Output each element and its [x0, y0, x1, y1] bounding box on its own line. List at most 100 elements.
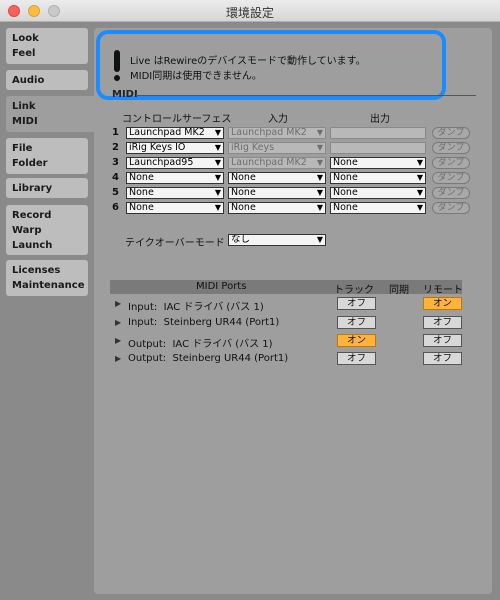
dropdown-arrow-icon: ▼ [316, 128, 323, 137]
output-select[interactable]: None ▼ [330, 157, 426, 169]
midi-ports-header [110, 280, 462, 294]
select-value: Launchpad MK2 [129, 127, 205, 138]
track-toggle-button[interactable]: オフ [337, 297, 376, 310]
track-toggle-button[interactable]: オン [337, 334, 376, 347]
tab-label-line: Record [12, 210, 52, 221]
tab-record-warp-launch[interactable]: Record Warp Launch [6, 205, 88, 255]
port-name: IAC ドライバ (バス 1) [172, 339, 273, 350]
dump-button[interactable]: ダンプ [432, 202, 470, 214]
tab-label-line: Maintenance [12, 280, 85, 291]
select-value: None [231, 202, 256, 213]
control-surface-select[interactable]: iRig Keys IO ▼ [126, 142, 224, 154]
column-header-control-surface: コントロールサーフェス [122, 114, 232, 125]
surface-row-number: 4 [112, 172, 119, 183]
tab-library[interactable]: Library [6, 178, 88, 198]
tab-label-line: File [12, 143, 33, 154]
dropdown-arrow-icon: ▼ [416, 188, 423, 197]
input-select: iRig Keys ▼ [228, 142, 326, 154]
select-value: None [333, 202, 358, 213]
output-select[interactable]: None ▼ [330, 187, 426, 199]
input-select: Launchpad MK2 ▼ [228, 157, 326, 169]
dump-button[interactable]: ダンプ [432, 127, 470, 139]
tab-label-line: Library [12, 183, 53, 194]
dropdown-arrow-icon: ▼ [214, 203, 221, 212]
select-value: None [129, 202, 154, 213]
dropdown-arrow-icon: ▼ [214, 173, 221, 182]
dump-button[interactable]: ダンプ [432, 172, 470, 184]
port-direction: Input: [128, 302, 158, 313]
surface-row-number: 6 [112, 202, 119, 213]
column-header-input: 入力 [268, 114, 288, 125]
remote-toggle-button[interactable]: オン [423, 297, 462, 310]
select-value: Launchpad MK2 [231, 127, 307, 138]
port-name: Steinberg UR44 (Port1) [163, 317, 280, 328]
preferences-sidebar: Look Feel Audio Link MIDI File Folder Li… [0, 22, 101, 600]
select-value: None [129, 187, 154, 198]
dump-button[interactable]: ダンプ [432, 142, 470, 154]
preferences-window: 環境設定 Look Feel Audio Link MIDI File Fold… [0, 0, 500, 600]
window-title: 環境設定 [225, 6, 274, 20]
output-select-disabled [330, 142, 426, 154]
dropdown-arrow-icon: ▼ [316, 173, 323, 182]
track-toggle-button[interactable]: オフ [337, 352, 376, 365]
select-value: Launchpad MK2 [231, 157, 307, 168]
tab-link-midi[interactable]: Link MIDI [6, 96, 101, 132]
tab-file-folder[interactable]: File Folder [6, 138, 88, 174]
input-select[interactable]: None ▼ [228, 202, 326, 214]
port-name: Steinberg UR44 (Port1) [172, 353, 289, 364]
warning-icon-dot [114, 75, 120, 81]
select-value: iRig Keys IO [129, 142, 186, 153]
select-value: None [231, 172, 256, 183]
title-bar[interactable]: 環境設定 [0, 0, 500, 22]
select-value: None [129, 172, 154, 183]
midi-port-label: Input: IAC ドライバ (バス 1) [128, 298, 264, 313]
input-select[interactable]: None ▼ [228, 187, 326, 199]
tab-label-line: Licenses [12, 265, 61, 276]
takeover-mode-select[interactable]: なし ▼ [228, 234, 326, 246]
midi-port-label: Output: IAC ドライバ (バス 1) [128, 335, 273, 350]
remote-toggle-button[interactable]: オフ [423, 334, 462, 347]
port-direction: Output: [128, 353, 167, 364]
track-toggle-button[interactable]: オフ [337, 316, 376, 329]
tab-label-line: Link [12, 101, 36, 112]
remote-toggle-button[interactable]: オフ [423, 352, 462, 365]
dropdown-arrow-icon: ▼ [316, 203, 323, 212]
input-select[interactable]: None ▼ [228, 172, 326, 184]
tab-label-line: Look [12, 33, 39, 44]
tab-label-line: MIDI [12, 116, 38, 127]
input-select: Launchpad MK2 ▼ [228, 127, 326, 139]
surface-row-number: 2 [112, 142, 119, 153]
expand-triangle-icon[interactable]: ▶ [115, 299, 121, 308]
expand-triangle-icon[interactable]: ▶ [115, 354, 121, 363]
dump-button[interactable]: ダンプ [432, 187, 470, 199]
dump-button[interactable]: ダンプ [432, 157, 470, 169]
control-surface-select[interactable]: Launchpad MK2 ▼ [126, 127, 224, 139]
output-select[interactable]: None ▼ [330, 202, 426, 214]
midi-ports-title: MIDI Ports [196, 281, 247, 292]
control-surface-select[interactable]: None ▼ [126, 172, 224, 184]
tab-label-line: Audio [12, 75, 45, 86]
expand-triangle-icon[interactable]: ▶ [115, 336, 121, 345]
select-value: Launchpad95 [129, 157, 194, 168]
tab-label-line: Folder [12, 158, 48, 169]
port-direction: Input: [128, 317, 158, 328]
control-surface-select[interactable]: None ▼ [126, 187, 224, 199]
output-select[interactable]: None ▼ [330, 172, 426, 184]
select-value: None [333, 157, 358, 168]
dropdown-arrow-icon: ▼ [214, 143, 221, 152]
tab-look-feel[interactable]: Look Feel [6, 28, 88, 64]
expand-triangle-icon[interactable]: ▶ [115, 318, 121, 327]
notice-message-line-1: Live はRewireのデバイスモードで動作しています。 [130, 56, 366, 67]
tab-audio[interactable]: Audio [6, 70, 88, 90]
control-surface-select[interactable]: None ▼ [126, 202, 224, 214]
takeover-mode-label: テイクオーバーモード [125, 238, 225, 249]
warning-icon [114, 50, 120, 72]
remote-toggle-button[interactable]: オフ [423, 316, 462, 329]
dropdown-arrow-icon: ▼ [214, 188, 221, 197]
dropdown-arrow-icon: ▼ [316, 143, 323, 152]
tab-licenses-maintenance[interactable]: Licenses Maintenance [6, 260, 88, 296]
select-value: None [333, 187, 358, 198]
control-surface-select[interactable]: Launchpad95 ▼ [126, 157, 224, 169]
select-value: iRig Keys [231, 142, 275, 153]
column-header-sync: 同期 [389, 285, 409, 296]
